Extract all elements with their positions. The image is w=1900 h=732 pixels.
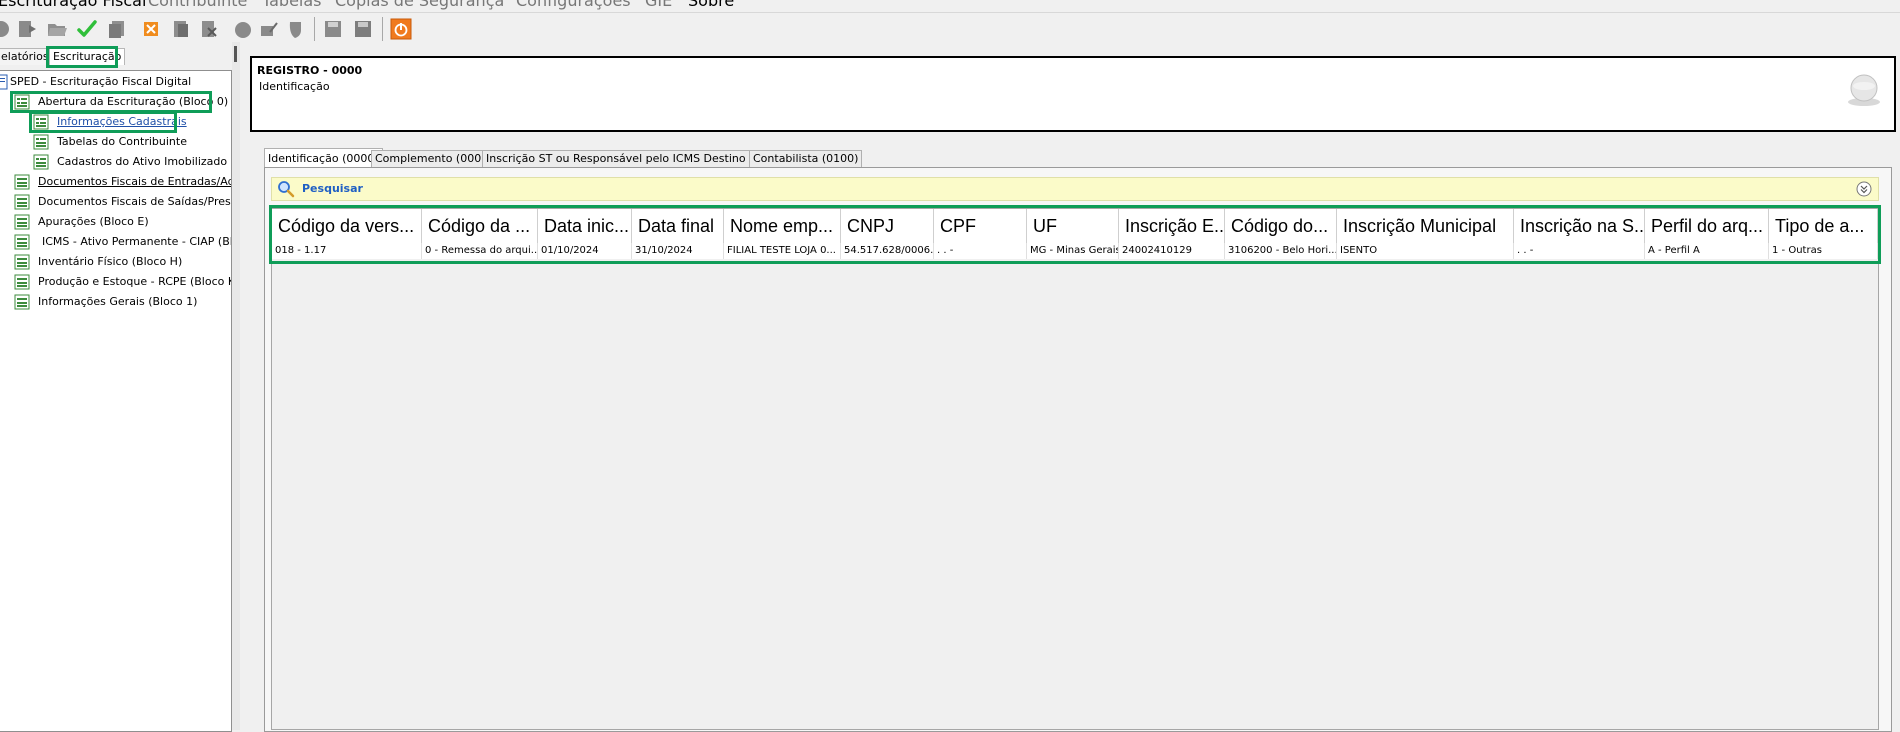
menu-configuracoes[interactable]: Configurações — [516, 0, 631, 10]
splitter-handle[interactable] — [234, 46, 237, 62]
menu-gie[interactable]: GIE — [645, 0, 672, 10]
validate-check-icon[interactable] — [76, 18, 98, 40]
power-exit-icon[interactable] — [390, 18, 412, 40]
open-folder-icon[interactable] — [46, 18, 68, 40]
highlight-abertura — [10, 91, 212, 113]
green-table-icon — [14, 194, 30, 210]
search-icon[interactable] — [277, 180, 295, 198]
highlight-grid — [269, 205, 1881, 264]
tab-identificacao[interactable]: Identificação (0000) — [264, 148, 383, 168]
save-all-icon[interactable] — [352, 18, 374, 40]
tab-contabilista[interactable]: Contabilista (0100) — [749, 150, 863, 167]
toolbar — [0, 12, 1900, 43]
navigation-tree: SPED - Escrituração Fiscal Digital Abert… — [0, 70, 232, 732]
highlight-tab-escrituracao — [46, 46, 118, 68]
green-table-icon — [14, 254, 30, 270]
green-table-icon — [14, 274, 30, 290]
tab-inscricao-st[interactable]: Inscrição ST ou Responsável pelo ICMS De… — [482, 150, 790, 167]
tab-complemento[interactable]: Complemento (0005) — [371, 150, 497, 167]
green-table-icon — [33, 154, 49, 170]
shield-icon[interactable] — [284, 18, 306, 40]
tabs-row: Identificação (0000) Complemento (0005) … — [264, 148, 1892, 168]
tab-relatorios[interactable]: elatórios — [0, 48, 53, 65]
chevron-double-down-icon[interactable] — [1856, 181, 1872, 197]
register-subtitle: Identificação — [259, 80, 330, 93]
main-area: REGISTRO - 0000 Identificação Identifica… — [240, 42, 1900, 732]
left-tabs: elatórios Escrituração — [0, 46, 232, 68]
cancel-x-icon[interactable] — [140, 18, 162, 40]
toolbar-separator — [314, 17, 315, 41]
menu-bar: Escrituração Fiscal Contribuinte Tabelas… — [0, 0, 1900, 12]
green-table-icon — [14, 174, 30, 190]
data-grid: Código da vers... Código da ... Data ini… — [271, 208, 1879, 730]
menu-tabelas[interactable]: Tabelas — [262, 0, 322, 10]
register-tabs: Identificação (0000) Complemento (0005) … — [264, 148, 1892, 732]
tab-content: Pesquisar Código da vers... Código da ..… — [264, 167, 1892, 732]
green-table-icon — [33, 134, 49, 150]
left-panel: elatórios Escrituração SPED - Escrituraç… — [0, 42, 232, 732]
document-icon — [0, 74, 10, 90]
green-table-icon — [14, 234, 30, 250]
highlight-informacoes-cadastrais — [29, 111, 177, 133]
green-table-icon — [14, 214, 30, 230]
register-header: REGISTRO - 0000 Identificação — [250, 56, 1896, 132]
toolbar-separator — [382, 17, 383, 41]
register-title: REGISTRO - 0000 — [257, 64, 363, 77]
save-icon[interactable] — [322, 18, 344, 40]
document-arrow-icon[interactable] — [16, 18, 38, 40]
green-table-icon — [14, 294, 30, 310]
copy-document-icon[interactable] — [106, 18, 128, 40]
stack-documents-icon[interactable] — [170, 18, 192, 40]
globe-logo-icon — [1844, 72, 1884, 108]
menu-sobre[interactable]: Sobre — [688, 0, 734, 10]
panel-splitter[interactable] — [232, 42, 240, 730]
search-bar[interactable]: Pesquisar — [271, 177, 1879, 201]
search-label[interactable]: Pesquisar — [302, 182, 363, 195]
menu-contribuinte[interactable]: Contribuinte — [148, 0, 247, 10]
menu-escrituracao-fiscal[interactable]: Escrituração Fiscal — [0, 0, 146, 10]
help-icon[interactable] — [0, 18, 12, 40]
menu-copias-seguranca[interactable]: Cópias de Segurança — [335, 0, 504, 10]
delete-documents-icon[interactable] — [198, 18, 220, 40]
edit-signature-icon[interactable] — [258, 18, 280, 40]
globe-icon[interactable] — [232, 18, 254, 40]
